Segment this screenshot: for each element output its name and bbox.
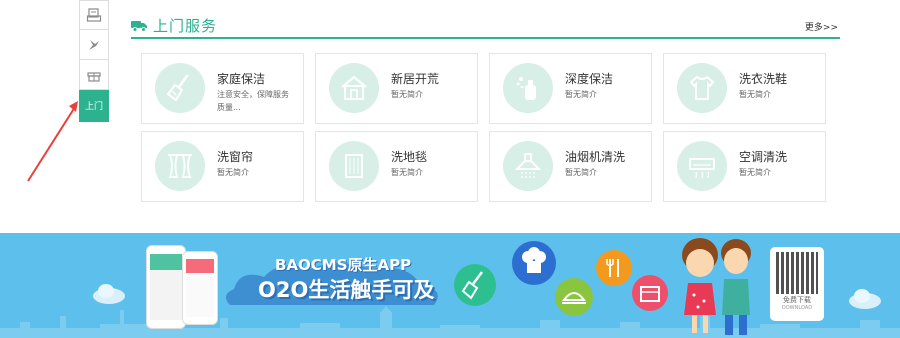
chef-bubble-icon	[512, 241, 556, 285]
service-name: 油烟机清洗	[565, 150, 626, 164]
fork-knife-bubble-icon	[596, 250, 632, 286]
service-name: 新居开荒	[391, 72, 440, 86]
side-tab-print[interactable]	[79, 0, 109, 30]
qr-sublabel: DOWNLOAD	[781, 305, 813, 311]
service-icon-wrap	[329, 141, 379, 191]
cartoon-couple-illustration	[682, 238, 751, 335]
service-grid: 家庭保洁 注意安全，保障服务质量... 新居开荒 暂无简介 深度保洁 暂无简介 …	[141, 53, 826, 202]
service-desc: 暂无简介	[739, 168, 771, 177]
city-skyline-illustration	[0, 306, 900, 338]
shirt-icon	[689, 75, 715, 100]
service-icon-wrap	[677, 63, 727, 113]
service-name: 洗窗帘	[217, 150, 254, 164]
service-icon-wrap	[503, 63, 553, 113]
cloud-icon	[849, 289, 881, 309]
side-tab-label: 上门	[84, 102, 103, 112]
service-card[interactable]: 油烟机清洗 暂无简介	[489, 131, 652, 202]
service-card[interactable]: 洗衣洗鞋 暂无简介	[663, 53, 826, 124]
broom-bubble-icon	[454, 264, 496, 306]
section-header: 上门服务 更多>>	[131, 13, 840, 39]
side-tab-door-service[interactable]: 上门	[79, 90, 109, 122]
service-desc: 暂无简介	[565, 90, 597, 99]
service-card[interactable]: 新居开荒 暂无简介	[315, 53, 478, 124]
broom-icon	[166, 74, 189, 102]
air-conditioner-icon	[689, 158, 715, 179]
phone-mockup	[182, 251, 218, 325]
phone-mockup	[146, 245, 186, 329]
service-card[interactable]: 家庭保洁 注意安全，保障服务质量...	[141, 53, 304, 124]
more-link[interactable]: 更多>>	[805, 20, 838, 33]
truck-icon	[131, 21, 147, 32]
side-tab-gift[interactable]	[79, 60, 109, 90]
service-desc: 暂无简介	[217, 168, 249, 177]
service-card[interactable]: 洗窗帘 暂无简介	[141, 131, 304, 202]
service-desc: 暂无简介	[391, 90, 423, 99]
banner-slogan-main: O2O生活触手可及	[258, 278, 435, 302]
service-icon-wrap	[503, 141, 553, 191]
dish-bubble-icon	[555, 278, 593, 316]
qr-label: 免费下载	[783, 296, 811, 304]
cloud-icon	[93, 284, 125, 304]
service-desc: 暂无简介	[565, 168, 597, 177]
page: 上门 上门服务 更多>> 家庭保洁 注意安全，保障服务质量... 新居开荒 暂无…	[0, 0, 900, 338]
shop-bubble-icon	[632, 275, 668, 311]
service-desc: 暂无简介	[739, 90, 771, 99]
curtain-icon	[168, 154, 192, 178]
red-arrow-icon	[27, 101, 78, 182]
service-card[interactable]: 深度保洁 暂无简介	[489, 53, 652, 124]
service-desc: 暂无简介	[391, 168, 423, 177]
side-tab-bar: 上门	[79, 0, 109, 124]
house-icon	[341, 75, 367, 100]
service-name: 洗地毯	[391, 150, 428, 164]
banner-slogan-top: BAOCMS原生APP	[275, 256, 412, 274]
printer-icon	[86, 8, 102, 22]
service-icon-wrap	[155, 63, 205, 113]
service-icon-wrap	[677, 141, 727, 191]
service-name: 深度保洁	[565, 72, 614, 86]
carpet-icon	[345, 154, 363, 178]
service-desc: 注意安全，保障服务质量...	[217, 90, 289, 112]
side-tab-bird[interactable]	[79, 30, 109, 60]
gift-icon	[87, 71, 101, 82]
service-card[interactable]: 洗地毯 暂无简介	[315, 131, 478, 202]
qr-download-box[interactable]: 免费下载 DOWNLOAD	[770, 247, 824, 321]
service-name: 空调清洗	[739, 150, 788, 164]
service-icon-wrap	[155, 141, 205, 191]
app-download-banner[interactable]: BAOCMS原生APP O2O生活触手可及 免费下载 DOWNLOAD	[0, 233, 900, 338]
qr-code	[776, 252, 818, 294]
service-name: 洗衣洗鞋	[739, 72, 788, 86]
section-title: 上门服务	[153, 16, 218, 35]
spray-bottle-icon	[516, 77, 536, 100]
service-icon-wrap	[329, 63, 379, 113]
service-name: 家庭保洁	[217, 72, 266, 86]
bird-icon	[89, 39, 99, 50]
service-card[interactable]: 空调清洗 暂无简介	[663, 131, 826, 202]
range-hood-icon	[514, 153, 542, 178]
